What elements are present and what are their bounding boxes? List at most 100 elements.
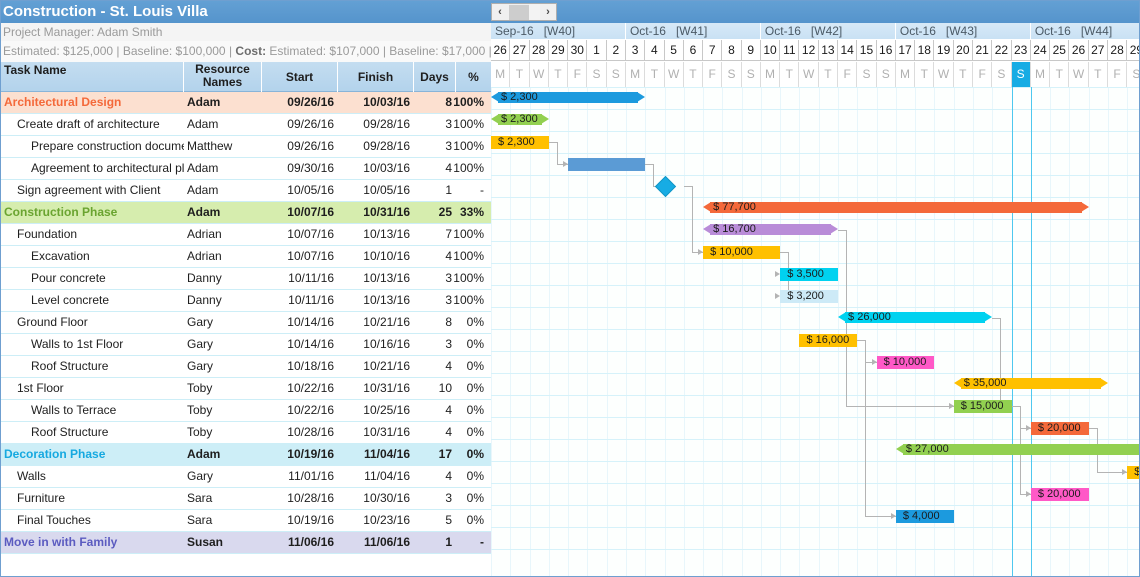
summary-bar-left-cap [703,224,712,234]
timeline-gridline-horizontal [491,153,1139,154]
gantt-task-bar[interactable]: $ 2,300 [491,136,549,149]
timeline-day-number: 19 [934,40,954,61]
resource-name-cell: Gary [187,359,214,373]
table-row[interactable]: Excavation Adrian 10/07/16 10/10/16 4 100% [1,246,491,268]
gantt-summary-bar[interactable]: $ 16,700 [703,223,839,235]
timeline-day-number: 26 [1069,40,1089,61]
scroll-right-icon[interactable]: › [540,4,556,20]
timeline-day-of-week: S [876,62,896,87]
gantt-task-bar[interactable]: $ 15,000 [953,400,1012,413]
timeline-gridline-horizontal [491,285,1139,286]
scrollbar-track[interactable] [529,4,540,20]
timeline-chart-area[interactable]: $ 2,300 $ 2,300 $ 2,300 $ 77,700 $ 16,700 $ 1… [491,87,1139,576]
table-row[interactable]: Decoration Phase Adam 10/19/16 11/04/16 17 0% [1,444,491,466]
column-header-days[interactable]: Days [414,62,456,92]
timeline-gridline-vertical [645,87,647,576]
table-row[interactable]: Final Touches Sara 10/19/16 10/23/16 5 0% [1,510,491,532]
table-row[interactable]: Walls Gary 11/01/16 11/04/16 4 0% [1,466,491,488]
table-row[interactable]: Ground Floor Gary 10/14/16 10/21/16 8 0% [1,312,491,334]
column-header-task-name[interactable]: Task Name [1,62,184,92]
table-row[interactable]: Level concrete Danny 10/11/16 10/13/16 3 100% [1,290,491,312]
table-row[interactable]: Foundation Adrian 10/07/16 10/13/16 7 100% [1,224,491,246]
table-row[interactable]: 1st Floor Toby 10/22/16 10/31/16 10 0% [1,378,491,400]
gantt-task-bar[interactable]: $ 10,000 [876,356,935,369]
bar-cost-label: $ 26,000 [848,311,891,323]
table-row[interactable]: Furniture Sara 10/28/16 10/30/16 3 0% [1,488,491,510]
table-row[interactable]: Sign agreement with Client Adam 10/05/16 10… [1,180,491,202]
resource-name-cell: Danny [187,271,222,285]
percent-complete-cell: 0% [466,447,484,461]
table-row[interactable]: Roof Structure Gary 10/18/16 10/21/16 4 0% [1,356,491,378]
gantt-summary-bar[interactable]: $ 27,000 [895,443,1139,455]
percent-complete-cell: 100% [453,227,484,241]
scroll-left-icon[interactable]: ‹ [492,4,508,20]
percent-complete-cell: 100% [453,271,484,285]
table-row[interactable]: Construction Phase Adam 10/07/16 10/31/16 25… [1,202,491,224]
timeline-day-of-week: S [722,62,742,87]
start-date-cell: 10/28/16 [287,425,334,439]
timeline-day-number: 8 [722,40,742,61]
timeline-day-of-week: T [953,62,973,87]
table-row[interactable]: Walls to Terrace Toby 10/22/16 10/25/16 4 0% [1,400,491,422]
percent-complete-cell: 0% [466,315,484,329]
task-grid-rows: Architectural Design Adam 09/26/16 10/03/16… [1,92,491,554]
table-row[interactable]: Create draft of architecture Adam 09/26/16… [1,114,491,136]
column-header-resource-names[interactable]: Resource Names [184,62,262,92]
week-month-label: Oct-16 [1034,24,1071,38]
finish-date-cell: 10/03/16 [363,95,410,109]
timeline-gridline-vertical [992,87,994,576]
milestone-marker[interactable] [654,175,676,198]
timeline-gridline-horizontal [491,483,1139,484]
scrollbar-thumb[interactable] [509,4,529,20]
percent-complete-cell: 100% [453,117,484,131]
start-date-cell: 11/06/16 [287,535,334,549]
start-date-cell: 10/19/16 [287,513,334,527]
task-name-cell: Final Touches [17,513,91,527]
table-row[interactable]: Architectural Design Adam 09/26/16 10/03/16… [1,92,491,114]
start-date-cell: 09/26/16 [287,117,334,131]
gantt-summary-bar[interactable]: $ 2,300 [491,91,646,103]
summary-bar-left-cap [953,378,962,388]
timeline-day-number: 2 [606,40,626,61]
gantt-task-bar[interactable]: $ 4,000 [895,510,954,523]
table-row[interactable]: Pour concrete Danny 10/11/16 10/13/16 3 100% [1,268,491,290]
week-month-label: Sep-16 [495,24,534,38]
timeline-day-of-week: T [1050,62,1070,87]
gantt-summary-bar[interactable]: $ 2,300 [491,113,549,125]
gantt-summary-bar[interactable]: $ 35,000 [953,377,1108,389]
gantt-task-bar[interactable]: $ 3,500 [780,268,839,281]
finish-date-cell: 11/04/16 [364,469,410,483]
days-cell: 25 [438,205,452,219]
table-row[interactable]: Roof Structure Toby 10/28/16 10/31/16 4 0% [1,422,491,444]
grid-bottom-strip [1,556,491,576]
gantt-task-bar[interactable]: $ 20,000 [1030,488,1089,501]
table-row[interactable]: Agreement to architectural plan Adam 09/30… [1,158,491,180]
start-date-cell: 11/01/16 [288,469,334,483]
column-header-percent[interactable]: % [456,62,491,92]
timeline-week-label: Oct-16 [W41] [626,23,761,40]
column-header-finish[interactable]: Finish [338,62,414,92]
finish-date-cell: 11/04/16 [363,447,410,461]
table-row[interactable]: Walls to 1st Floor Gary 10/14/16 10/16/16 3 0… [1,334,491,356]
gantt-task-bar[interactable]: $ 10,000 [703,246,781,259]
gantt-summary-bar[interactable]: $ 26,000 [838,311,993,323]
gantt-task-bar[interactable]: $ 20,000 [1030,422,1089,435]
timeline-horizontal-scrollbar[interactable]: ‹ › [491,3,557,21]
gantt-task-bar[interactable]: $ 3,0 [1127,466,1139,479]
column-header-start[interactable]: Start [262,62,338,92]
gantt-task-bar[interactable] [568,158,646,171]
finish-date-cell: 10/13/16 [363,227,410,241]
timeline-gridline-vertical [664,87,666,576]
timeline-day-of-week: M [1030,62,1051,87]
percent-complete-cell: - [480,183,484,197]
gantt-app: Construction - St. Louis Villa ‹ › Proje… [0,0,1140,577]
table-row[interactable]: Move in with Family Susan 11/06/16 11/06/16… [1,532,491,554]
gantt-summary-bar[interactable]: $ 77,700 [703,201,1089,213]
timeline-gridline-vertical [838,87,840,576]
task-name-cell: Walls to 1st Floor [31,337,124,351]
table-row[interactable]: Prepare construction documentsMatthew 09/… [1,136,491,158]
gantt-task-bar[interactable]: $ 16,000 [799,334,858,347]
gantt-task-bar[interactable]: $ 3,200 [780,290,839,303]
dependency-link-segment [1088,428,1097,429]
timeline-day-of-week: S [1127,62,1139,87]
